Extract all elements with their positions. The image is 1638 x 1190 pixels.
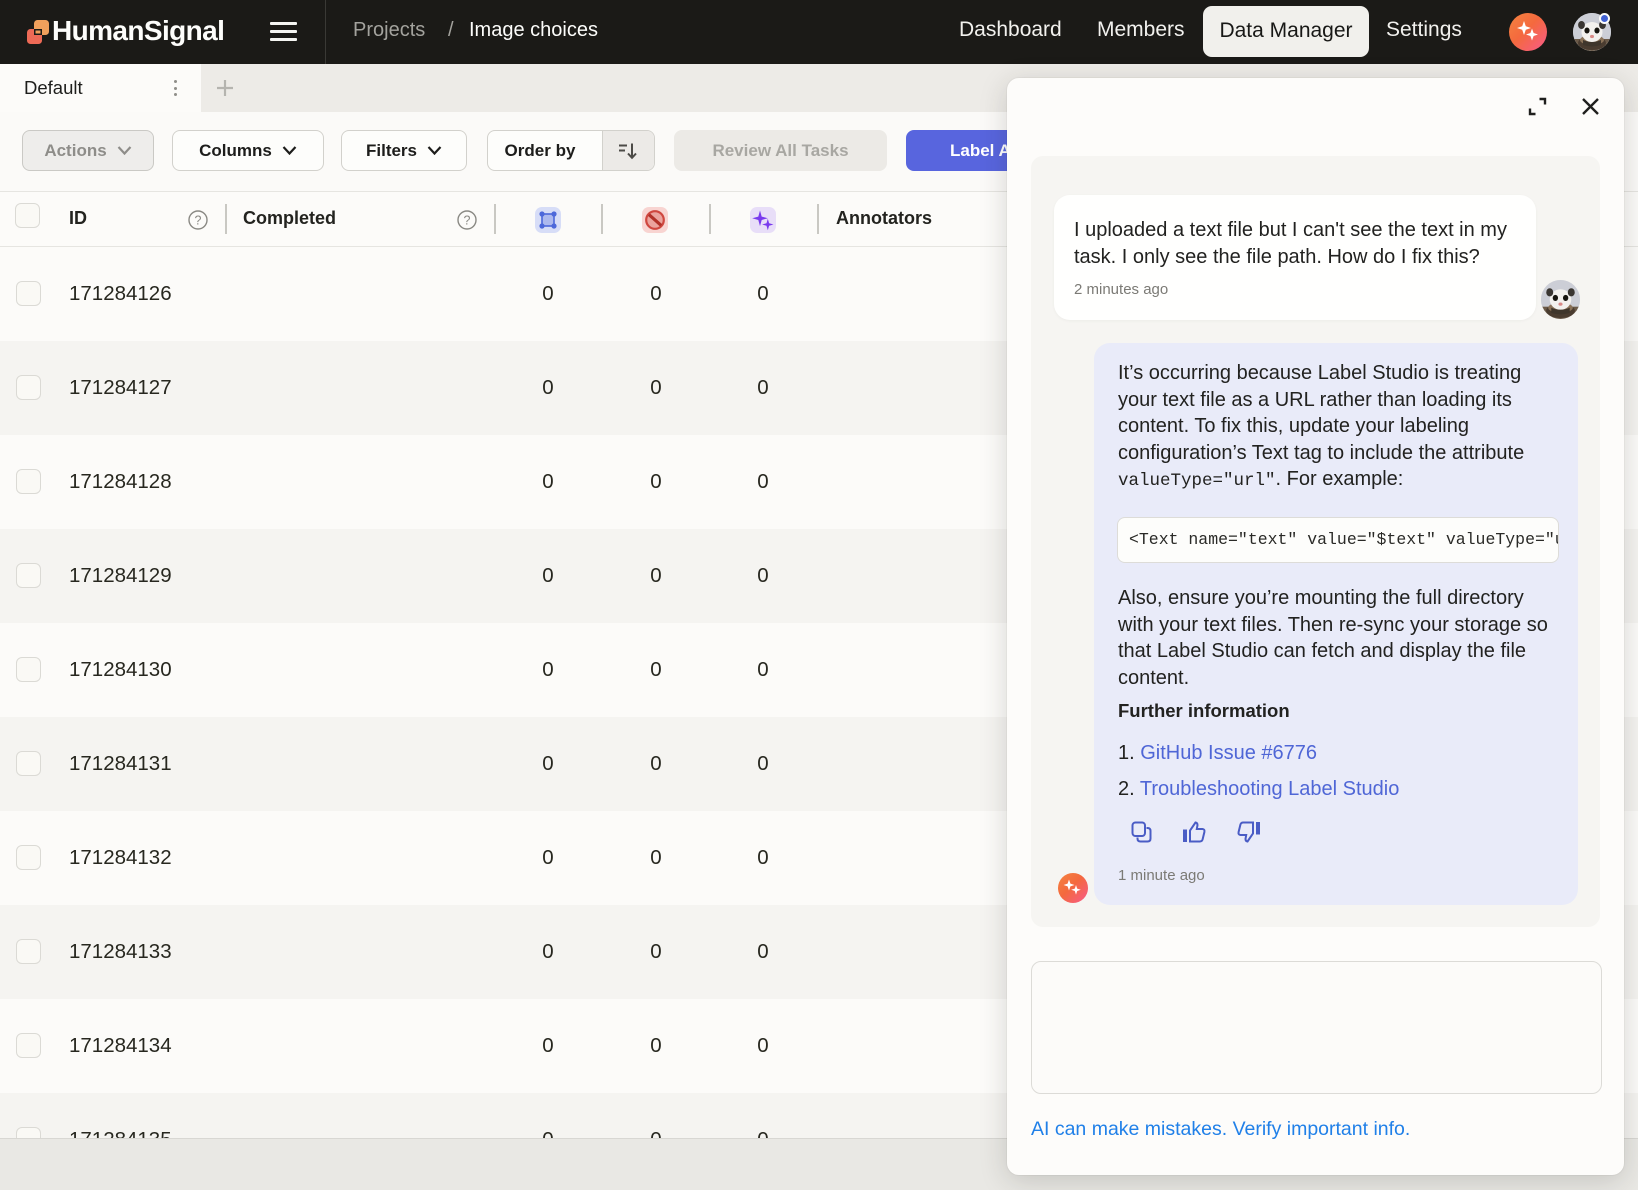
svg-text:?: ? [464,213,471,227]
svg-text:?: ? [195,213,202,227]
